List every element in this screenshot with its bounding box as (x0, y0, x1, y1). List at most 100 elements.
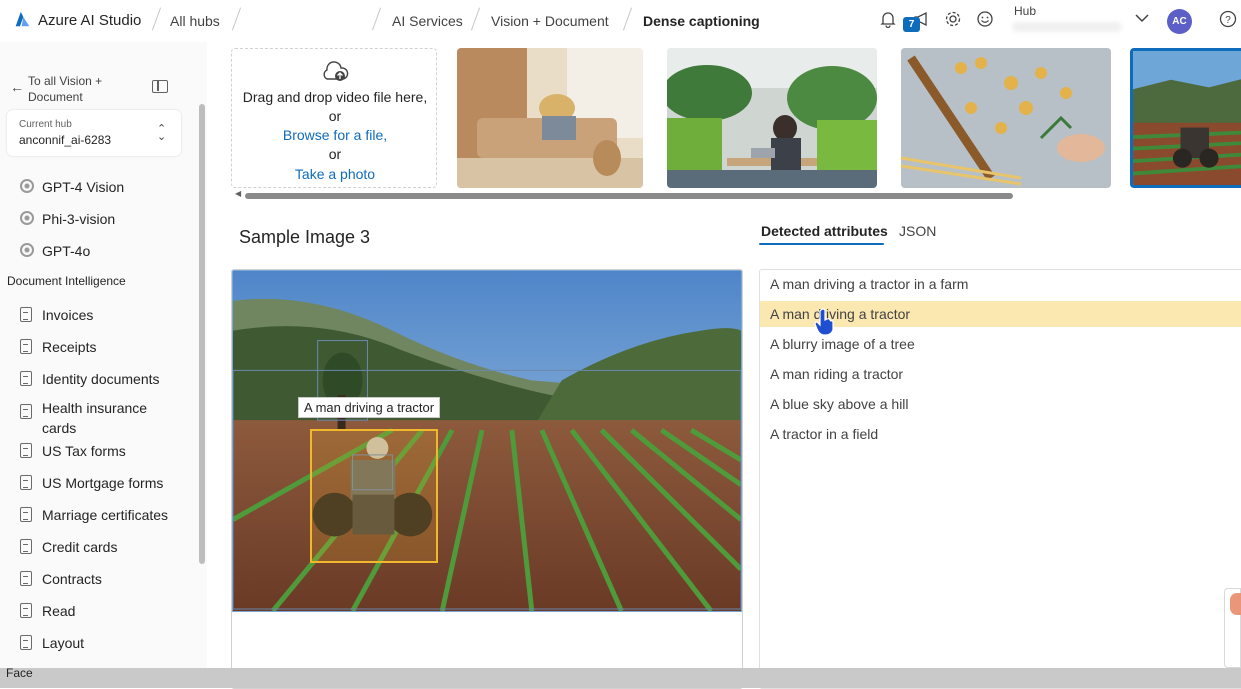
sidebar-item-label: Identity documents (42, 371, 160, 387)
collapse-panel-icon[interactable] (152, 80, 168, 93)
tab-detected-attributes[interactable]: Detected attributes (761, 223, 888, 239)
caption-tooltip: A man driving a tractor (298, 397, 441, 418)
list-item[interactable]: A man riding a tractor (760, 361, 1241, 387)
tab-json[interactable]: JSON (899, 223, 936, 239)
arrow-left-icon: ← (10, 79, 24, 95)
sidebar-item-label: Health insurance cards (42, 400, 148, 436)
document-icon (20, 371, 32, 386)
hub-name-blurred (1012, 22, 1122, 32)
sidebar-item-gpt-4o[interactable]: GPT-4o (0, 236, 200, 264)
document-icon (20, 571, 32, 586)
brand-name[interactable]: Azure AI Studio (38, 12, 141, 29)
document-icon (20, 475, 32, 490)
sidebar-item-us-mortgage-forms[interactable]: US Mortgage forms (0, 468, 200, 496)
sidebar-item-identity-documents[interactable]: Identity documents (0, 364, 200, 392)
sidebar-item-contracts[interactable]: Contracts (0, 564, 200, 592)
sidebar-item-marriage-certificates[interactable]: Marriage certificates (0, 500, 200, 528)
breadcrumb-separator (151, 7, 162, 31)
attribute-text: A man driving a tractor in a farm (770, 276, 969, 292)
current-hub-label: Current hub (19, 119, 72, 130)
document-icon (20, 307, 32, 322)
document-icon (20, 635, 32, 650)
browse-file-link[interactable]: Browse for a file, (232, 127, 438, 143)
sample-image-thumbnail[interactable] (457, 48, 643, 188)
sidebar-item-layout[interactable]: Layout (0, 628, 200, 656)
sidebar-item-invoices[interactable]: Invoices (0, 300, 200, 328)
top-bar: Azure AI Studio All hubs AI Services Vis… (0, 0, 1241, 42)
hand-pointer-cursor-icon (814, 308, 834, 336)
take-photo-link[interactable]: Take a photo (232, 166, 438, 182)
dropzone-text: Drag and drop video file here, (242, 89, 428, 105)
sample-image-thumbnail[interactable] (901, 48, 1111, 188)
section-title-document-intelligence: Document Intelligence (7, 274, 126, 288)
cloud-upload-icon (323, 61, 349, 81)
floating-assistant-icon[interactable] (1230, 593, 1241, 615)
document-icon (20, 404, 32, 419)
document-icon (20, 443, 32, 458)
sidebar-item-us-tax-forms[interactable]: US Tax forms (0, 436, 200, 464)
sidebar-item-phi-3-vision[interactable]: Phi-3-vision (0, 204, 200, 232)
list-item[interactable]: A man driving a tractor in a farm (760, 271, 1241, 297)
sidebar-item-gpt-4-vision[interactable]: GPT-4 Vision (0, 172, 200, 200)
sidebar-item-read[interactable]: Read (0, 596, 200, 624)
farm-tractor-image (232, 270, 742, 612)
breadcrumb-separator (371, 7, 382, 31)
avatar[interactable]: AC (1167, 9, 1192, 34)
sidebar-item-receipts[interactable]: Receipts (0, 332, 200, 360)
image-preview-panel: A man driving a tractor (231, 269, 743, 689)
chevron-up-down-icon: ⌃ ⌄ (157, 123, 167, 143)
model-icon (20, 211, 34, 225)
current-hub-selector[interactable]: Current hub anconnif_ai-6283 ⌃ ⌄ (7, 110, 181, 156)
gear-icon[interactable] (943, 10, 963, 30)
breadcrumb-separator (622, 7, 633, 31)
dropzone-or: or (328, 108, 342, 124)
attribute-text: A man riding a tractor (770, 366, 904, 382)
document-icon (20, 603, 32, 618)
document-icon (20, 339, 32, 354)
sidebar-item-label: Credit cards (42, 539, 118, 555)
document-icon (20, 539, 32, 554)
upload-dropzone[interactable]: Drag and drop video file here, or Browse… (231, 48, 437, 188)
breadcrumb-all-hubs[interactable]: All hubs (170, 13, 220, 29)
sidebar-item-label: GPT-4o (42, 243, 91, 259)
scroll-left-icon[interactable]: ◀ (235, 189, 241, 198)
chevron-down-icon[interactable] (1132, 10, 1152, 30)
sidebar-item-label: Receipts (42, 339, 97, 355)
breadcrumb-vision-document[interactable]: Vision + Document (491, 13, 609, 29)
svg-text:?: ? (1225, 15, 1231, 26)
document-icon (20, 507, 32, 522)
sidebar: ← To all Vision + Document Current hub a… (0, 42, 207, 688)
sample-image-thumbnail-selected[interactable] (1130, 48, 1241, 188)
sidebar-scrollbar[interactable] (199, 104, 205, 564)
horizontal-scrollbar[interactable] (245, 193, 1013, 199)
sidebar-item-label: Layout (42, 635, 85, 651)
hub-label: Hub (1014, 4, 1037, 18)
attribute-text: A blue sky above a hill (770, 396, 909, 412)
dropzone-or: or (328, 146, 342, 162)
sample-image-title: Sample Image 3 (239, 227, 371, 247)
sidebar-item-label: Marriage certificates (42, 507, 169, 523)
breadcrumb-separator (231, 7, 242, 31)
sidebar-item-health-insurance-cards[interactable]: Health insurance cards (0, 392, 200, 436)
sample-image-thumbnail[interactable] (667, 48, 877, 188)
attribute-text: A tractor in a field (770, 426, 879, 442)
model-icon (20, 179, 34, 193)
sidebar-item-label: Phi-3-vision (42, 211, 116, 227)
sidebar-item-credit-cards[interactable]: Credit cards (0, 532, 200, 560)
caption-bounding-box[interactable] (310, 429, 438, 563)
breadcrumb-ai-services[interactable]: AI Services (392, 13, 463, 29)
smiley-feedback-icon[interactable] (975, 10, 995, 30)
sidebar-item-label: US Tax forms (42, 443, 126, 459)
model-icon (20, 243, 34, 257)
notification-badge: 7 (903, 17, 920, 32)
help-icon[interactable]: ? (1218, 10, 1238, 30)
sidebar-item-label: Read (42, 603, 76, 619)
bell-icon[interactable] (878, 10, 898, 30)
list-item[interactable]: A blue sky above a hill (760, 391, 1241, 417)
back-label: To all Vision + Document (28, 74, 103, 104)
main-content: Drag and drop video file here, or Browse… (207, 42, 1241, 689)
section-title-face: Face (6, 666, 33, 680)
list-item[interactable]: A tractor in a field (760, 421, 1241, 447)
sidebar-item-label: Contracts (42, 571, 102, 587)
bottom-band: Face (0, 666, 1241, 688)
